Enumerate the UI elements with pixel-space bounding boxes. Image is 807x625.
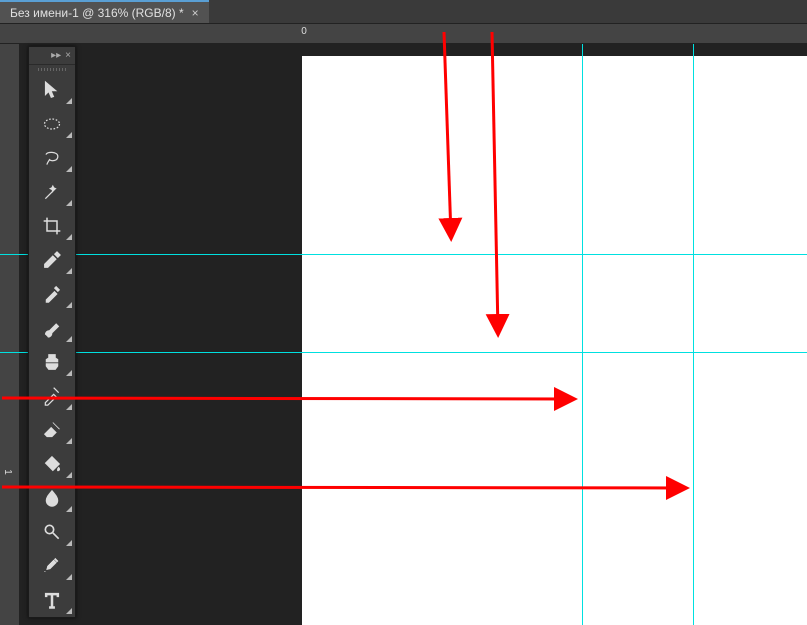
blur-tool[interactable] <box>29 481 75 515</box>
tool-panel: ▸▸ × <box>28 46 76 618</box>
ruler-vertical[interactable]: 1 <box>0 44 20 625</box>
ruler-v-tick-1: 1 <box>2 469 13 475</box>
eraser-tool[interactable] <box>29 413 75 447</box>
document-tab[interactable]: Без имени-1 @ 316% (RGB/8) * × <box>0 0 209 23</box>
history-brush-tool[interactable] <box>29 379 75 413</box>
canvas-area <box>20 44 807 625</box>
tool-panel-header: ▸▸ × <box>29 47 75 65</box>
panel-grip[interactable] <box>29 65 75 73</box>
move-tool[interactable] <box>29 73 75 107</box>
panel-close-icon[interactable]: × <box>65 50 71 61</box>
brush-tool[interactable] <box>29 311 75 345</box>
pen-tool[interactable] <box>29 549 75 583</box>
healing-brush-tool[interactable] <box>29 277 75 311</box>
marquee-oval-tool[interactable] <box>29 107 75 141</box>
type-tool[interactable] <box>29 583 75 617</box>
dodge-tool[interactable] <box>29 515 75 549</box>
close-tab-icon[interactable]: × <box>192 6 199 20</box>
guide-horizontal-1[interactable] <box>0 254 807 255</box>
lasso-tool[interactable] <box>29 141 75 175</box>
panel-collapse-icon[interactable]: ▸▸ <box>51 50 61 61</box>
tab-title: Без имени-1 @ 316% (RGB/8) * <box>10 6 184 20</box>
eyedropper-tool[interactable] <box>29 243 75 277</box>
ruler-horizontal[interactable]: 0 <box>0 24 807 44</box>
guide-horizontal-2[interactable] <box>0 352 807 353</box>
crop-tool[interactable] <box>29 209 75 243</box>
document-canvas[interactable] <box>302 56 807 625</box>
clone-stamp-tool[interactable] <box>29 345 75 379</box>
ruler-h-origin: 0 <box>301 26 307 37</box>
guide-vertical-2[interactable] <box>693 44 694 625</box>
magic-wand-tool[interactable] <box>29 175 75 209</box>
guide-vertical-1[interactable] <box>582 44 583 625</box>
tab-bar: Без имени-1 @ 316% (RGB/8) * × <box>0 0 807 24</box>
paint-bucket-tool[interactable] <box>29 447 75 481</box>
